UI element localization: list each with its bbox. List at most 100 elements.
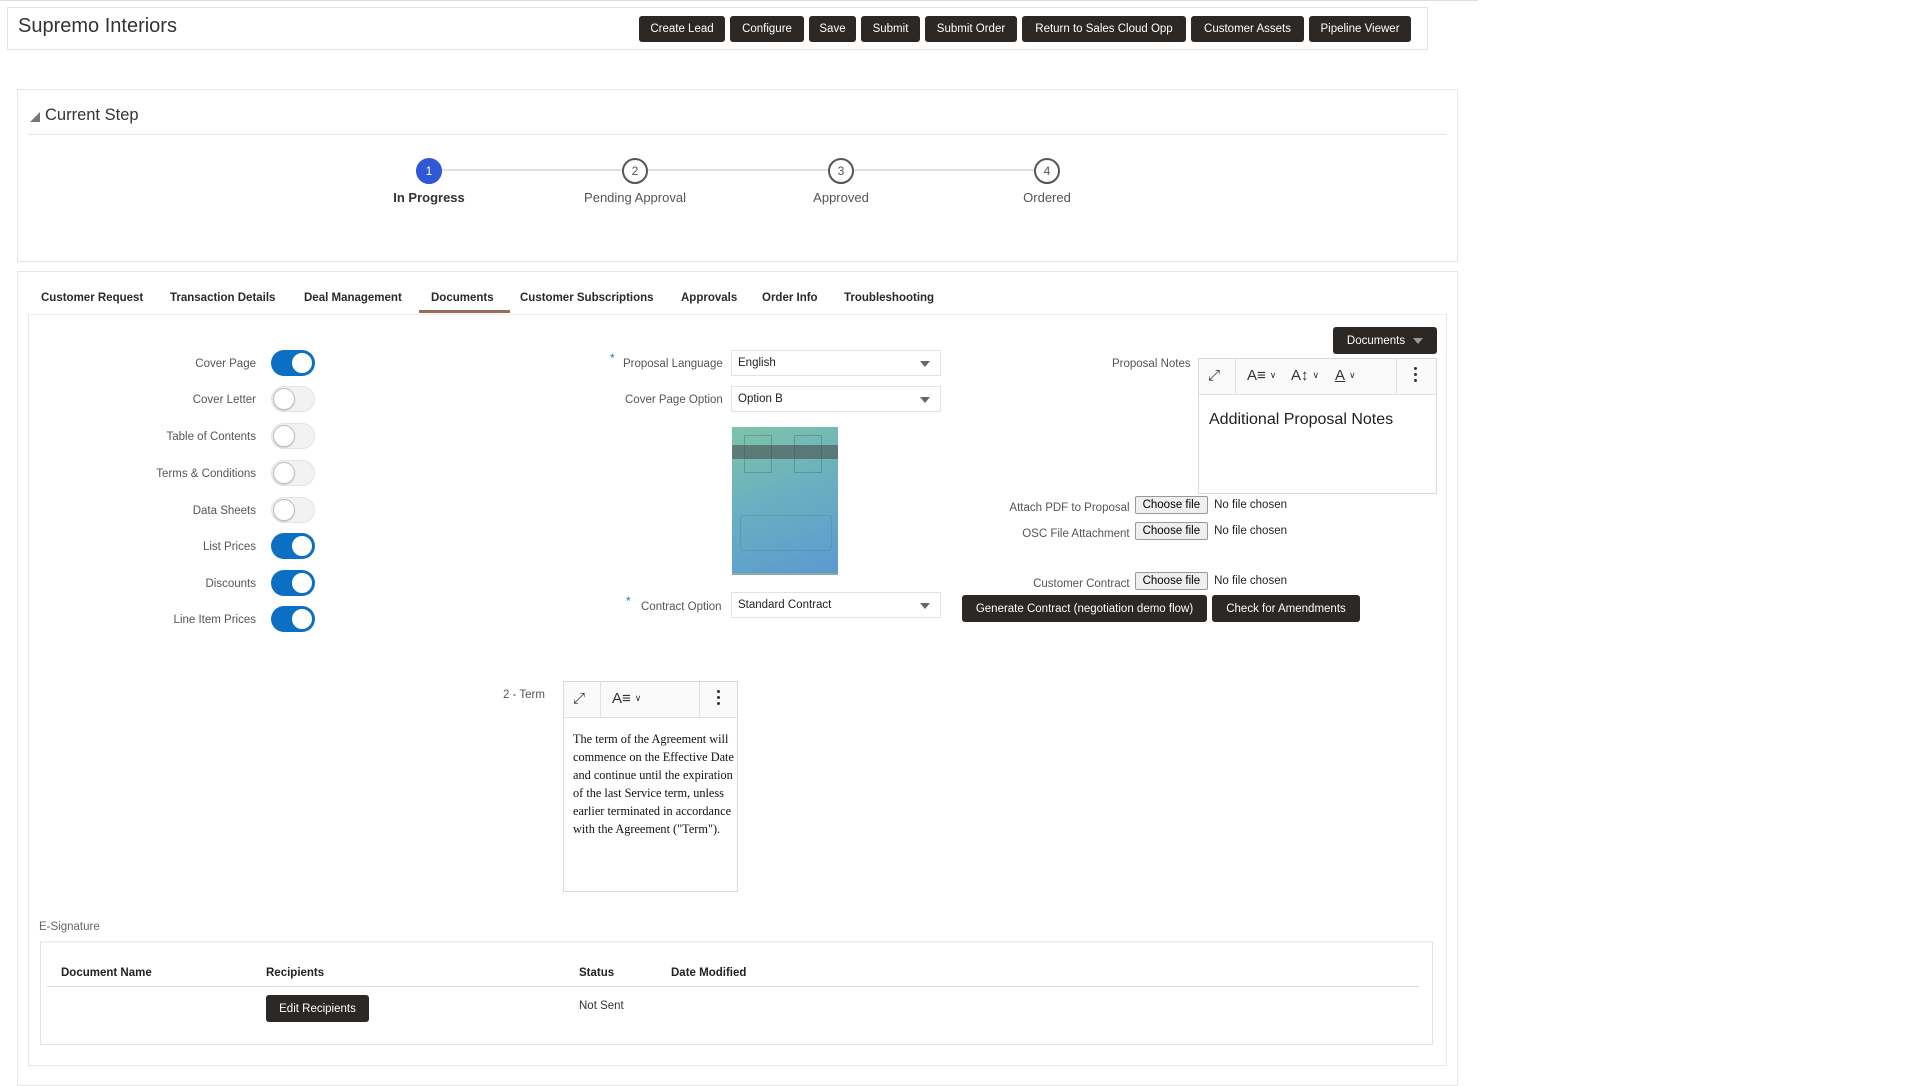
proposal-language-select[interactable]: English (731, 350, 941, 376)
required-marker: * (610, 351, 615, 365)
return-to-sales-cloud-button[interactable]: Return to Sales Cloud Opp (1022, 16, 1186, 42)
edit-recipients-button[interactable]: Edit Recipients (266, 995, 369, 1022)
term-editor[interactable]: ⤢ A≡ ∨ The term of the Agreement will com… (563, 681, 738, 892)
editor-toolbar: ⤢ A≡ ∨ A↕ ∨ A ∨ (1199, 359, 1436, 395)
submit-button[interactable]: Submit (861, 16, 920, 42)
chevron-down-icon (920, 603, 930, 609)
proposal-notes-editor[interactable]: ⤢ A≡ ∨ A↕ ∨ A ∨ Additional Proposal Notes (1198, 358, 1437, 494)
attach-pdf-status: No file chosen (1214, 499, 1287, 511)
app-header: Supremo Interiors Create Lead Configure … (7, 7, 1428, 50)
configure-button[interactable]: Configure (730, 16, 804, 42)
tab-approvals[interactable]: Approvals (681, 292, 737, 304)
customer-contract-choose-file-button[interactable]: Choose file (1134, 572, 1209, 590)
cover-page-option-value: Option B (738, 393, 783, 405)
customer-contract-row: Customer Contract Choose file No file ch… (1033, 572, 1287, 590)
create-lead-button[interactable]: Create Lead (639, 16, 725, 42)
pipeline-viewer-button[interactable]: Pipeline Viewer (1309, 16, 1411, 42)
save-button[interactable]: Save (809, 16, 856, 42)
status-cell: Not Sent (579, 1000, 624, 1012)
documents-menu-label: Documents (1346, 334, 1406, 347)
cover-page-toggle[interactable] (271, 350, 315, 376)
contract-option-value: Standard Contract (738, 599, 832, 611)
more-options-icon[interactable] (1414, 367, 1418, 385)
step-3-circle[interactable]: 3 (828, 158, 854, 184)
proposal-language-value: English (738, 357, 776, 369)
more-options-icon[interactable] (717, 690, 721, 708)
cover-letter-toggle[interactable] (271, 386, 315, 412)
active-tab-indicator (419, 310, 510, 313)
proposal-notes-text[interactable]: Additional Proposal Notes (1209, 411, 1393, 429)
app-title: Supremo Interiors (18, 15, 177, 37)
proposal-notes-label: Proposal Notes (1112, 358, 1191, 370)
step-4-circle[interactable]: 4 (1034, 158, 1060, 184)
osc-attachment-status: No file chosen (1214, 525, 1287, 537)
tab-customer-subscriptions[interactable]: Customer Subscriptions (520, 292, 654, 304)
submit-order-button[interactable]: Submit Order (925, 16, 1017, 42)
osc-attachment-label: OSC File Attachment (1022, 528, 1130, 540)
data-sheets-toggle[interactable] (271, 497, 315, 523)
font-color-icon[interactable]: A ∨ (1335, 367, 1356, 384)
contract-option-select[interactable]: Standard Contract (731, 592, 941, 618)
customer-contract-label: Customer Contract (1033, 578, 1130, 590)
step-2-label: Pending Approval (584, 190, 686, 205)
toggle-label: Data Sheets (192, 505, 256, 517)
tab-customer-request[interactable]: Customer Request (41, 292, 143, 304)
column-header: Status (579, 967, 615, 979)
table-of-contents-toggle[interactable] (271, 423, 315, 449)
tab-transaction-details[interactable]: Transaction Details (170, 292, 275, 304)
current-step-panel: Current Step 1 In Progress 2 Pending App… (17, 89, 1458, 262)
customer-assets-button[interactable]: Customer Assets (1191, 16, 1304, 42)
term-label: 2 - Term (503, 689, 545, 701)
terms-conditions-toggle[interactable] (271, 460, 315, 486)
tab-order-info[interactable]: Order Info (762, 292, 818, 304)
term-text[interactable]: The term of the Agreement will commence … (573, 730, 741, 838)
tab-documents[interactable]: Documents (431, 292, 494, 304)
expand-icon[interactable]: ⤢ (573, 690, 585, 707)
editor-toolbar: ⤢ A≡ ∨ (564, 682, 737, 718)
column-header: Recipients (266, 967, 325, 979)
tab-deal-management[interactable]: Deal Management (304, 292, 402, 304)
top-border (0, 0, 1478, 1)
step-2-circle[interactable]: 2 (622, 158, 648, 184)
font-family-icon[interactable]: A≡ ∨ (1247, 367, 1276, 384)
generate-contract-button[interactable]: Generate Contract (negotiation demo flow… (962, 595, 1207, 622)
toggle-label: Discounts (205, 578, 257, 590)
customer-contract-status: No file chosen (1214, 575, 1287, 587)
chevron-down-icon (920, 397, 930, 403)
cover-page-option-select[interactable]: Option B (731, 386, 941, 412)
osc-choose-file-button[interactable]: Choose file (1134, 522, 1209, 540)
contract-option-label: Contract Option (641, 601, 722, 613)
collapse-triangle-icon[interactable] (30, 112, 40, 122)
font-family-icon[interactable]: A≡ ∨ (612, 690, 641, 707)
tabs-panel: Customer Request Transaction Details Dea… (17, 271, 1458, 1086)
osc-attachment-row: OSC File Attachment Choose file No file … (1022, 522, 1287, 540)
line-item-prices-toggle[interactable] (271, 606, 315, 632)
expand-icon[interactable]: ⤢ (1208, 367, 1220, 384)
toggle-label: Cover Letter (192, 394, 256, 406)
current-step-heading[interactable]: Current Step (45, 106, 139, 125)
documents-menu-button[interactable]: Documents (1333, 327, 1437, 354)
font-size-icon[interactable]: A↕ ∨ (1291, 367, 1319, 384)
attach-pdf-choose-file-button[interactable]: Choose file (1134, 496, 1209, 514)
esignature-label: E-Signature (39, 921, 100, 933)
esignature-table: Document Name Recipients Status Date Mod… (40, 941, 1433, 1045)
check-amendments-button[interactable]: Check for Amendments (1212, 595, 1360, 622)
step-4-label: Ordered (1023, 190, 1071, 205)
train-connector (854, 169, 1034, 171)
column-header: Document Name (61, 967, 152, 979)
tab-troubleshooting[interactable]: Troubleshooting (844, 292, 934, 304)
attach-pdf-label: Attach PDF to Proposal (1009, 502, 1130, 514)
discounts-toggle[interactable] (271, 570, 315, 596)
documents-content: Documents Cover Page Cover Letter Table … (28, 314, 1447, 1066)
header-divider (47, 986, 1419, 987)
column-header: Date Modified (671, 967, 747, 979)
list-prices-toggle[interactable] (271, 533, 315, 559)
step-1-circle[interactable]: 1 (416, 158, 442, 184)
toggle-label: Line Item Prices (173, 614, 256, 626)
toggle-label: Terms & Conditions (156, 468, 256, 480)
attach-pdf-row: Attach PDF to Proposal Choose file No fi… (1009, 496, 1287, 514)
train-connector (648, 169, 828, 171)
required-marker: * (626, 594, 631, 608)
cover-page-option-label: Cover Page Option (625, 394, 723, 406)
step-3-label: Approved (813, 190, 869, 205)
